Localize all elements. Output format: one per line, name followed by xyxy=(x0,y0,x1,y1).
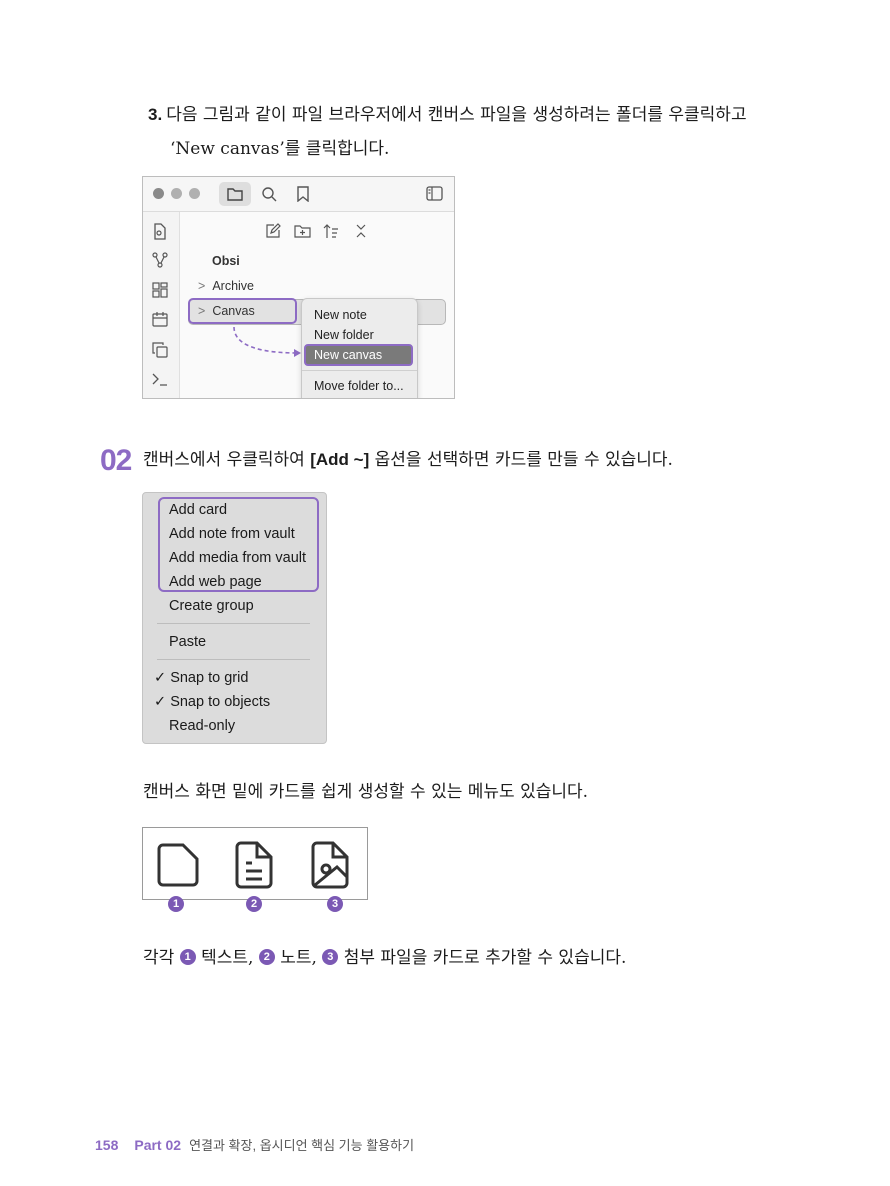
canvas-icon[interactable] xyxy=(152,282,168,298)
file-browser-screenshot: Obsi > Archive > Canvas New note New folde… xyxy=(142,176,455,399)
chevron-right-icon: > xyxy=(198,304,206,318)
window-dot xyxy=(153,188,164,199)
menu-divider xyxy=(157,659,310,660)
folder-context-menu: New note New folder New canvas Move fold… xyxy=(301,298,418,398)
graph-view-icon[interactable] xyxy=(152,252,168,268)
text: 각각 xyxy=(143,948,180,968)
search-icon[interactable] xyxy=(261,186,277,202)
part-label: Part 02 xyxy=(134,1137,182,1153)
folder-icon xyxy=(227,188,243,201)
menu-item-create-group[interactable]: Create group xyxy=(169,598,254,614)
window-dot xyxy=(189,188,200,199)
badge-2: 2 xyxy=(246,896,262,912)
bookmark-icon[interactable] xyxy=(296,186,310,202)
part-title: 연결과 확장, 옵시디언 핵심 기능 활용하기 xyxy=(189,1138,415,1153)
collapse-all-icon[interactable] xyxy=(354,223,368,239)
menu-item-add-media-from-vault[interactable]: Add media from vault xyxy=(169,550,306,566)
text: 첨부 파일을 카드로 추가할 수 있습니다. xyxy=(338,948,627,968)
terminal-icon[interactable] xyxy=(152,372,168,386)
folder-label: Archive xyxy=(212,279,254,293)
copy-icon[interactable] xyxy=(152,342,168,358)
calendar-icon[interactable] xyxy=(152,311,168,327)
note-card-icon[interactable] xyxy=(235,841,273,889)
step-3-line-1: 3. 다음 그림과 같이 파일 브라우저에서 캔버스 파일을 생성하려는 폴더를 … xyxy=(148,102,747,128)
window-dot xyxy=(171,188,182,199)
ribbon xyxy=(143,212,180,398)
menu-item-read-only[interactable]: Read-only xyxy=(169,718,235,734)
badge-3: 3 xyxy=(322,948,339,965)
menu-item-add-note-from-vault[interactable]: Add note from vault xyxy=(169,526,295,542)
badge-1: 1 xyxy=(179,948,196,965)
toolbar xyxy=(143,177,454,212)
chevron-right-icon: > xyxy=(198,279,206,293)
new-note-icon[interactable] xyxy=(265,223,281,239)
vault-name: Obsi xyxy=(212,254,240,268)
menu-item-new-note[interactable]: New note xyxy=(314,308,367,322)
canvas-card-toolbar xyxy=(142,827,368,900)
text: 텍스트, xyxy=(195,948,259,968)
canvas-context-menu: Add card Add note from vault Add media f… xyxy=(142,492,327,744)
badge-3: 3 xyxy=(327,896,343,912)
menu-item-snap-to-grid[interactable]: ✓ Snap to grid xyxy=(154,670,248,686)
page-footer: 158 Part 02 연결과 확장, 옵시디언 핵심 기능 활용하기 xyxy=(95,1135,414,1154)
checkmark-icon: ✓ xyxy=(154,694,167,710)
menu-item-paste[interactable]: Paste xyxy=(169,634,206,650)
badge-1: 1 xyxy=(168,896,184,912)
step-3-line-2: ‘New canvas’를 클릭합니다. xyxy=(170,139,390,159)
files-tab[interactable] xyxy=(219,182,251,206)
menu-item-snap-to-objects[interactable]: ✓ Snap to objects xyxy=(154,694,270,710)
sidebar-toggle-icon[interactable] xyxy=(426,186,443,201)
sort-icon[interactable] xyxy=(323,223,339,239)
menu-item-label: Snap to grid xyxy=(170,670,249,686)
step-text: 다음 그림과 같이 파일 브라우저에서 캔버스 파일을 생성하려는 폴더를 우클… xyxy=(166,105,747,125)
text: 노트, xyxy=(274,948,323,968)
heading-text: 옵션을 선택하면 카드를 만들 수 있습니다. xyxy=(369,450,673,470)
menu-item-new-canvas-label: New canvas xyxy=(314,348,383,362)
menu-item-add-card[interactable]: Add card xyxy=(169,502,227,518)
badge-2: 2 xyxy=(258,948,275,965)
checkmark-icon: ✓ xyxy=(154,670,167,686)
menu-divider xyxy=(157,623,310,624)
menu-item-move-folder[interactable]: Move folder to... xyxy=(314,379,404,393)
new-folder-icon[interactable] xyxy=(294,224,311,238)
section-number: 02 xyxy=(100,444,132,477)
folder-label: Canvas xyxy=(212,304,255,318)
folder-canvas[interactable]: > Canvas xyxy=(198,304,255,318)
section-heading: 캔버스에서 우클릭하여 [Add ~] 옵션을 선택하면 카드를 만들 수 있습… xyxy=(143,448,673,472)
page-number: 158 xyxy=(95,1137,119,1153)
menu-item-add-web-page[interactable]: Add web page xyxy=(169,574,262,590)
media-card-icon[interactable] xyxy=(311,841,349,889)
menu-item-label: Snap to objects xyxy=(170,694,271,710)
folder-archive[interactable]: > Archive xyxy=(198,279,254,293)
menu-divider xyxy=(302,370,417,371)
heading-text: 캔버스에서 우클릭하여 xyxy=(143,450,311,470)
paragraph: 캔버스 화면 밑에 카드를 쉽게 생성할 수 있는 메뉴도 있습니다. xyxy=(143,782,589,802)
step-number: 3. xyxy=(148,105,163,124)
menu-item-new-folder[interactable]: New folder xyxy=(314,328,374,342)
open-quick-switcher-icon[interactable] xyxy=(152,223,167,240)
text-card-icon[interactable] xyxy=(157,843,199,887)
dashed-arrow xyxy=(233,326,301,357)
heading-bold: [Add ~] xyxy=(310,450,370,469)
paragraph: 각각 1 텍스트, 2 노트, 3 첨부 파일을 카드로 추가할 수 있습니다. xyxy=(143,946,626,970)
